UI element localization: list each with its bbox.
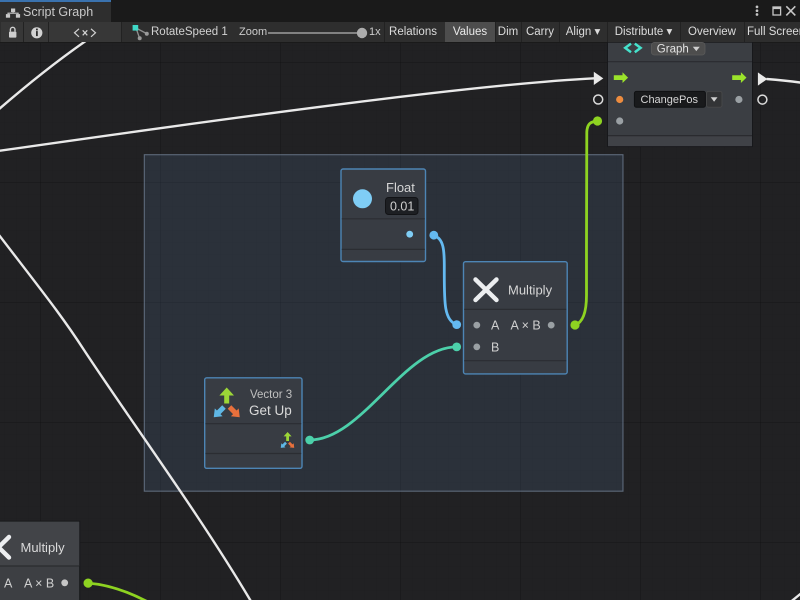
svg-text:A × B: A × B (24, 576, 54, 590)
svg-text:0.01: 0.01 (390, 200, 414, 214)
svg-text:B: B (491, 340, 499, 354)
svg-text:Multiply: Multiply (21, 540, 66, 555)
svg-text:Vector 3: Vector 3 (250, 389, 292, 401)
svg-text:Multiply: Multiply (508, 283, 553, 298)
svg-text:A: A (4, 576, 13, 590)
svg-text:Graph: Graph (657, 44, 689, 56)
svg-text:ChangePos: ChangePos (641, 94, 699, 106)
svg-text:Get Up: Get Up (249, 403, 292, 418)
svg-text:A: A (491, 319, 500, 333)
svg-text:A × B: A × B (511, 319, 541, 333)
svg-text:Float: Float (386, 180, 415, 195)
